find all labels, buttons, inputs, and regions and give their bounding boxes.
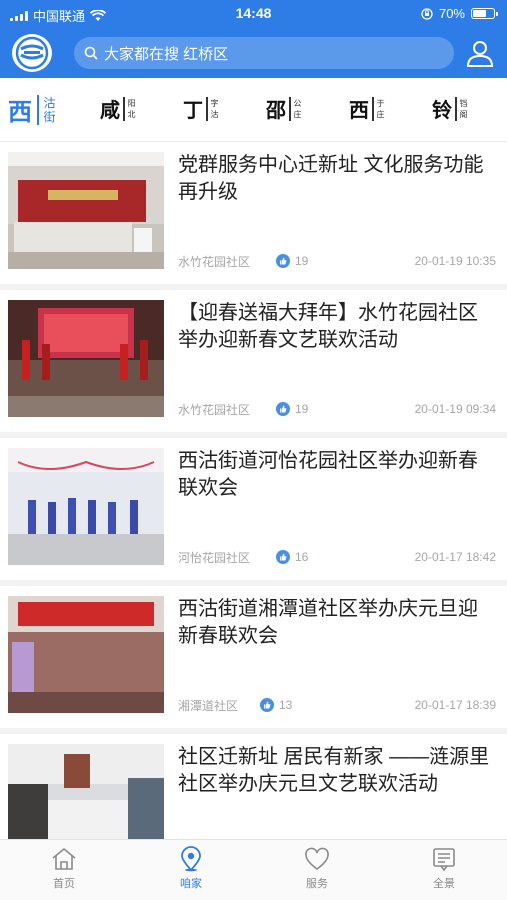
news-meta: 河怡花园社区 16 20-01-17 18:42: [178, 548, 496, 566]
news-item[interactable]: 【迎春送福大拜年】水竹花园社区举办迎新春文艺联欢活动 水竹花园社区 19 20-…: [0, 290, 507, 438]
street-item-lingdangge[interactable]: 铃 铛阁: [432, 94, 468, 123]
street-char: 咸: [100, 98, 120, 122]
status-right: 70%: [421, 6, 498, 21]
divider: [206, 96, 208, 121]
news-title: 西沽街道湘潭道社区举办庆元旦迎新春联欢会: [178, 598, 478, 647]
street-sub-top: 公: [293, 98, 302, 108]
like-count: 16: [295, 550, 309, 564]
tab-label: 首页: [53, 878, 75, 890]
news-title: 【迎春送福大拜年】水竹花园社区举办迎新春文艺联欢活动: [178, 302, 478, 351]
news-source: 湘潭道社区: [178, 698, 239, 713]
search-placeholder: 大家都在搜 红桥区: [104, 45, 229, 63]
divider: [372, 96, 374, 121]
divider: [289, 96, 291, 121]
location-pin-icon: [181, 846, 201, 872]
divider: [123, 96, 125, 121]
news-source: 水竹花园社区: [178, 402, 251, 417]
like-count: 13: [279, 698, 293, 712]
thumbs-up-icon: [276, 402, 290, 416]
like-count-group[interactable]: 19: [276, 402, 308, 416]
like-count-group[interactable]: 13: [260, 698, 292, 712]
tab-label: 服务: [306, 878, 328, 890]
street-char: 西: [349, 98, 369, 122]
news-date: 20-01-17 18:39: [414, 698, 496, 712]
thumbs-up-icon: [260, 698, 274, 712]
street-sub-top: 于: [376, 98, 385, 108]
street-sub-bottom: 庄: [293, 109, 302, 119]
street-selector: 西 沽 街 咸 阳北 丁 字沽 邵 公庄 西 于庄 铃 铛阁: [0, 78, 507, 142]
street-logo-sub-top: 沽: [43, 95, 56, 110]
news-thumbnail: [8, 300, 164, 417]
like-count-group[interactable]: 19: [276, 254, 308, 268]
thumbs-up-icon: [276, 550, 290, 564]
street-item-shaogongzhuang[interactable]: 邵 公庄: [266, 94, 302, 123]
street-sub-top: 阳: [127, 98, 136, 108]
street-sub: 公庄: [294, 98, 302, 120]
street-logo-sub-bottom: 街: [43, 109, 56, 124]
news-title: 社区迁新址 居民有新家 ——涟源里社区举办庆元旦文艺联欢活动: [178, 746, 490, 795]
street-sub-bottom: 阁: [459, 109, 468, 119]
street-sub-bottom: 庄: [376, 109, 385, 119]
tab-bar: 首页 咱家 服务 全景: [0, 839, 507, 900]
street-sub: 字沽: [211, 98, 219, 120]
street-item-dingzigu[interactable]: 丁 字沽: [183, 94, 219, 123]
header: 大家都在搜 红桥区: [0, 28, 507, 78]
tab-label: 全景: [433, 878, 455, 890]
street-sub-top: 字: [210, 98, 219, 108]
street-sub: 铛阁: [460, 98, 468, 120]
news-meta: 水竹花园社区 19 20-01-19 10:35: [178, 252, 496, 270]
orientation-lock-icon: [421, 7, 433, 20]
street-item-xianyangbei[interactable]: 咸 阳北: [100, 94, 136, 123]
news-thumbnail: [8, 152, 164, 269]
divider: [455, 96, 457, 121]
like-count-group[interactable]: 16: [276, 550, 308, 564]
search-icon: [84, 46, 98, 60]
divider: [37, 94, 39, 125]
heart-icon: [305, 847, 329, 870]
search-input[interactable]: 大家都在搜 红桥区: [74, 37, 454, 69]
news-item[interactable]: 西沽街道河怡花园社区举办迎新春联欢会 河怡花园社区 16 20-01-17 18…: [0, 438, 507, 586]
battery-icon: [471, 8, 498, 19]
news-title: 西沽街道河怡花园社区举办迎新春联欢会: [178, 450, 478, 499]
home-icon: [52, 847, 76, 870]
news-item[interactable]: 西沽街道湘潭道社区举办庆元旦迎新春联欢会 湘潭道社区 13 20-01-17 1…: [0, 586, 507, 734]
tab-label: 咱家: [180, 878, 202, 890]
street-sub-bottom: 北: [127, 109, 136, 119]
news-date: 20-01-19 09:34: [414, 402, 496, 416]
news-source: 水竹花园社区: [178, 254, 251, 269]
street-char: 邵: [266, 98, 286, 122]
news-date: 20-01-19 10:35: [414, 254, 496, 268]
news-meta: 水竹花园社区 19 20-01-19 09:34: [178, 400, 496, 418]
battery-fill: [473, 10, 487, 17]
news-title: 党群服务中心迁新址 文化服务功能再升级: [178, 154, 484, 203]
community-logo-icon[interactable]: [12, 34, 52, 72]
news-item[interactable]: 党群服务中心迁新址 文化服务功能再升级 水竹花园社区 19 20-01-19 1…: [0, 142, 507, 290]
news-thumbnail: [8, 448, 164, 565]
street-logo-xigu[interactable]: 西 沽 街: [8, 92, 56, 127]
tab-services[interactable]: 服务: [277, 846, 357, 891]
tab-panorama[interactable]: 全景: [404, 846, 484, 891]
news-date: 20-01-17 18:42: [414, 550, 496, 564]
panorama-icon: [433, 848, 455, 872]
status-bar: 中国联通 14:48 70%: [0, 0, 507, 28]
tab-home-community[interactable]: 咱家: [151, 846, 231, 891]
news-meta: 湘潭道社区 13 20-01-17 18:39: [178, 696, 496, 714]
street-char: 丁: [183, 98, 203, 122]
thumbs-up-icon: [276, 254, 290, 268]
street-char: 铃: [432, 98, 452, 122]
tab-home[interactable]: 首页: [24, 846, 104, 891]
street-logo-sub: 沽 街: [44, 96, 56, 124]
user-icon[interactable]: [465, 38, 495, 68]
street-sub: 阳北: [128, 98, 136, 120]
like-count: 19: [295, 402, 309, 416]
news-source: 河怡花园社区: [178, 550, 251, 565]
street-logo-char: 西: [8, 97, 32, 126]
street-item-xiyuzhuang[interactable]: 西 于庄: [349, 94, 385, 123]
like-count: 19: [295, 254, 309, 268]
street-sub: 于庄: [377, 98, 385, 120]
street-sub-top: 铛: [459, 98, 468, 108]
battery-percent: 70%: [438, 6, 465, 21]
news-thumbnail: [8, 596, 164, 713]
street-sub-bottom: 沽: [210, 109, 219, 119]
